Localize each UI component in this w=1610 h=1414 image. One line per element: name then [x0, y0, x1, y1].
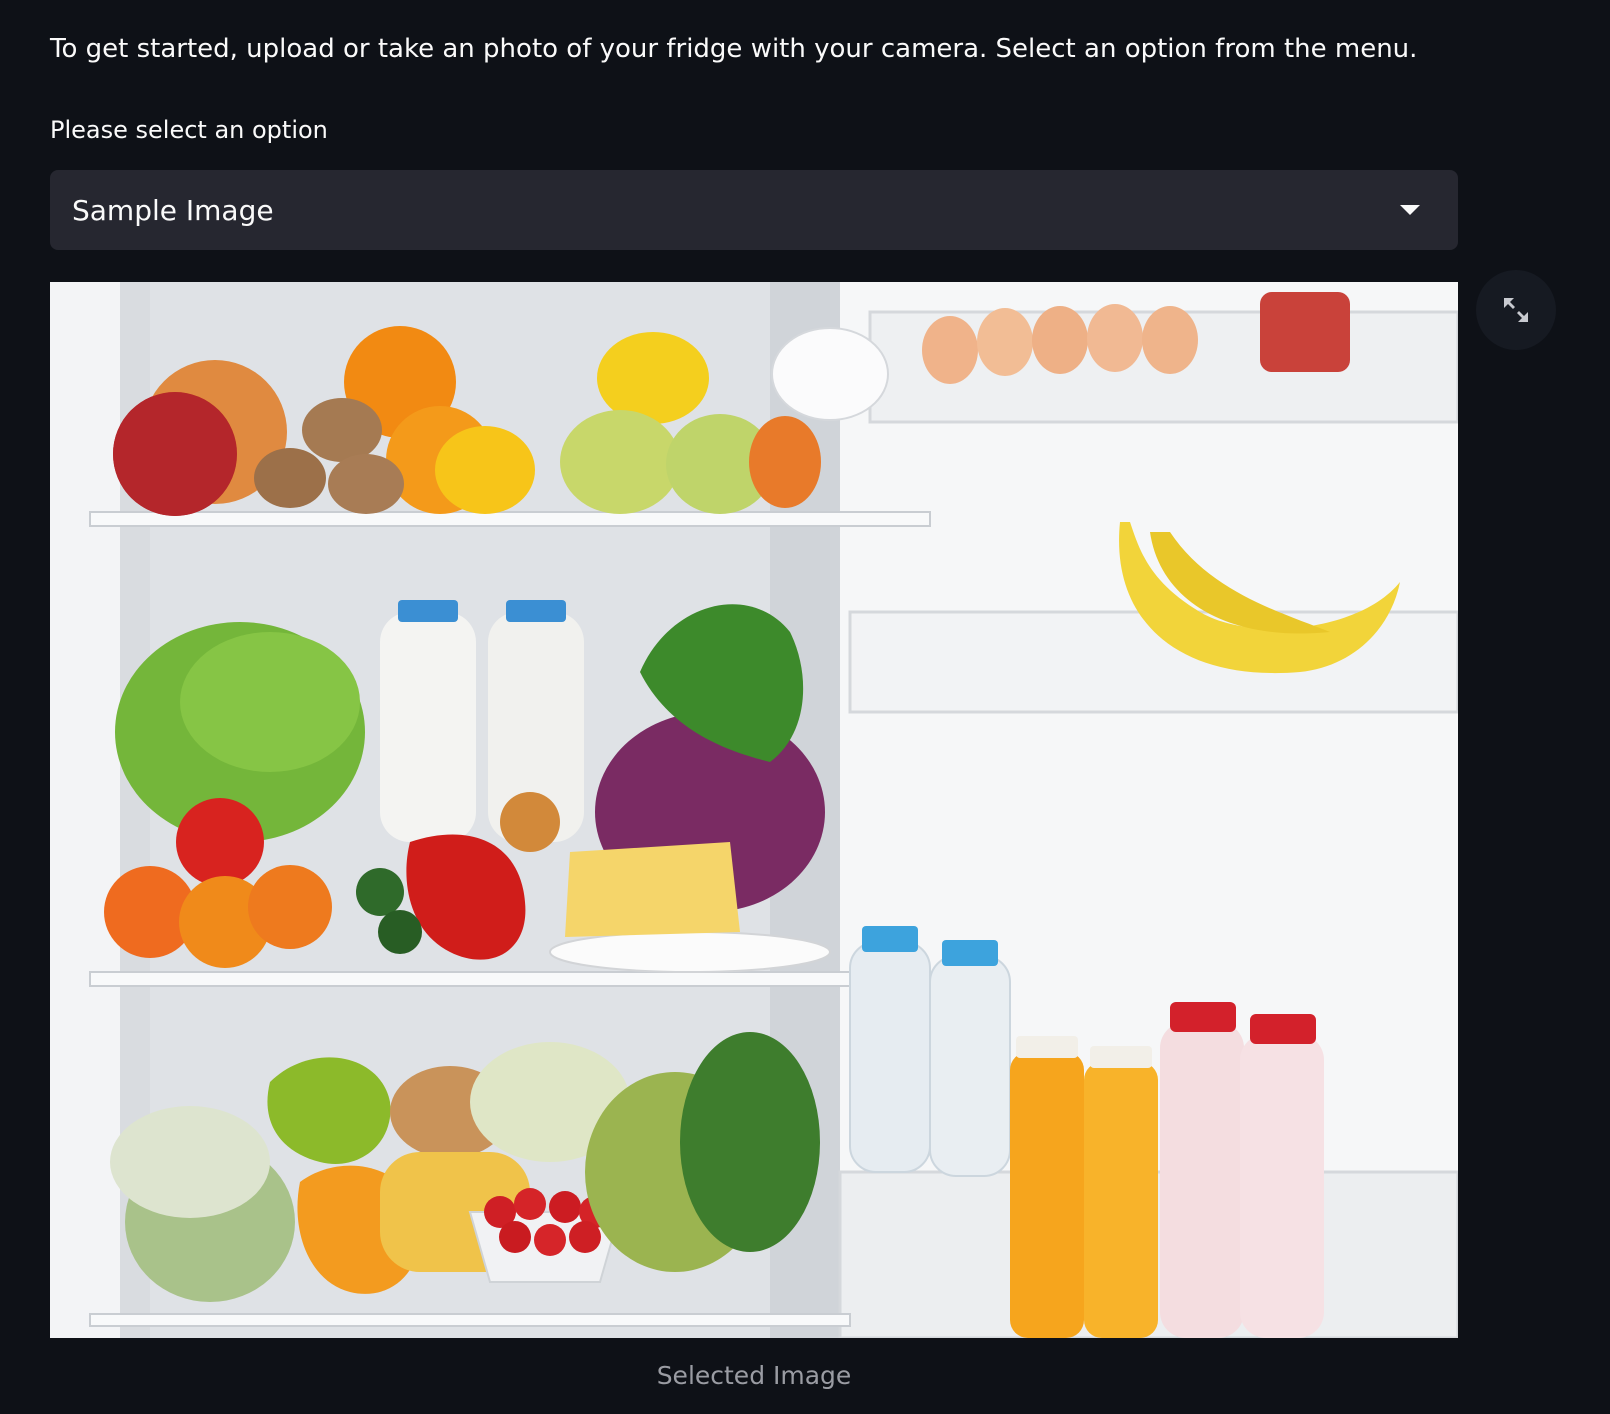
option-select-value: Sample Image [72, 193, 274, 227]
chevron-down-icon [1400, 205, 1420, 215]
page: To get started, upload or take an photo … [0, 0, 1610, 1414]
fridge-image [50, 282, 1458, 1338]
intro-text: To get started, upload or take an photo … [50, 34, 1418, 64]
fullscreen-button[interactable] [1476, 270, 1556, 350]
fullscreen-icon [1504, 298, 1528, 322]
image-caption: Selected Image [656, 1361, 852, 1390]
option-select[interactable]: Sample Image [50, 170, 1458, 250]
select-label: Please select an option [50, 116, 328, 144]
